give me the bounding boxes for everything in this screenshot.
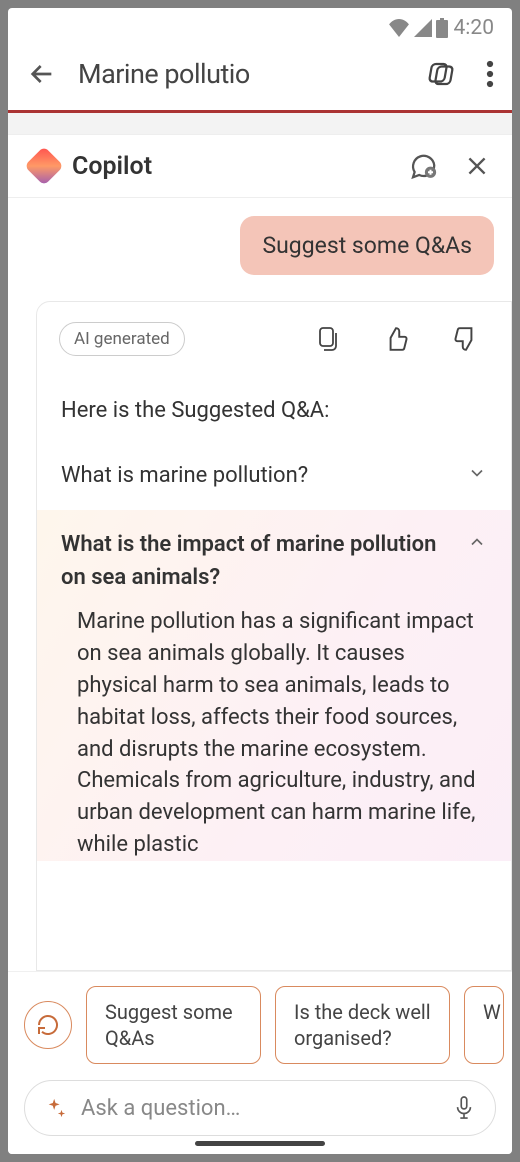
qa-answer: Marine pollution has a significant impac… bbox=[61, 606, 487, 861]
chat-body: Suggest some Q&As AI generated Here is t… bbox=[8, 198, 512, 971]
suggestions-row: Suggest some Q&As Is the deck well organ… bbox=[8, 986, 512, 1080]
suggestion-chip[interactable]: W th bbox=[464, 986, 504, 1064]
refresh-button[interactable] bbox=[24, 1001, 72, 1049]
status-icons bbox=[388, 18, 448, 38]
gap-strip bbox=[8, 113, 512, 135]
chevron-down-icon bbox=[467, 463, 487, 483]
qa-question: What is the impact of marine pollution o… bbox=[61, 528, 455, 594]
wifi-icon bbox=[388, 19, 410, 37]
home-indicator[interactable] bbox=[195, 1141, 325, 1146]
input-placeholder: Ask a question… bbox=[81, 1096, 439, 1121]
ai-generated-badge: AI generated bbox=[59, 322, 185, 356]
page-title: Marine pollutio bbox=[78, 58, 408, 90]
back-icon[interactable] bbox=[26, 58, 58, 90]
suggestion-chip[interactable]: Is the deck well organised? bbox=[275, 986, 450, 1064]
copilot-logo-icon bbox=[24, 146, 64, 186]
status-bar: 4:20 bbox=[8, 8, 512, 44]
qa-item-collapsed[interactable]: What is marine pollution? bbox=[37, 441, 511, 510]
user-message-bubble: Suggest some Q&As bbox=[240, 216, 494, 275]
new-chat-icon[interactable] bbox=[408, 151, 438, 181]
question-input[interactable]: Ask a question… bbox=[24, 1080, 496, 1136]
app-header: Marine pollutio bbox=[8, 44, 512, 110]
qa-item-expanded[interactable]: What is the impact of marine pollution o… bbox=[37, 510, 511, 861]
copilot-header: Copilot bbox=[8, 135, 512, 198]
copy-icon[interactable] bbox=[315, 325, 339, 353]
battery-icon bbox=[436, 18, 448, 38]
signal-icon bbox=[414, 19, 432, 37]
copilot-title: Copilot bbox=[72, 152, 394, 181]
thumbs-down-icon[interactable] bbox=[453, 325, 479, 353]
status-time: 4:20 bbox=[454, 16, 495, 40]
close-icon[interactable] bbox=[464, 153, 490, 179]
sparkle-icon bbox=[45, 1097, 67, 1119]
chevron-up-icon bbox=[467, 532, 487, 552]
qa-question: What is marine pollution? bbox=[61, 459, 308, 492]
ai-response-card: AI generated Here is the Suggested Q&A: … bbox=[36, 301, 512, 971]
refresh-icon bbox=[36, 1013, 60, 1037]
bottom-panel: Suggest some Q&As Is the deck well organ… bbox=[8, 971, 512, 1154]
ai-intro-text: Here is the Suggested Q&A: bbox=[37, 366, 511, 441]
more-icon[interactable] bbox=[486, 59, 494, 89]
suggestion-chip[interactable]: Suggest some Q&As bbox=[86, 986, 261, 1064]
copilot-header-icon[interactable] bbox=[428, 59, 458, 89]
thumbs-up-icon[interactable] bbox=[383, 325, 409, 353]
microphone-icon[interactable] bbox=[453, 1095, 475, 1121]
